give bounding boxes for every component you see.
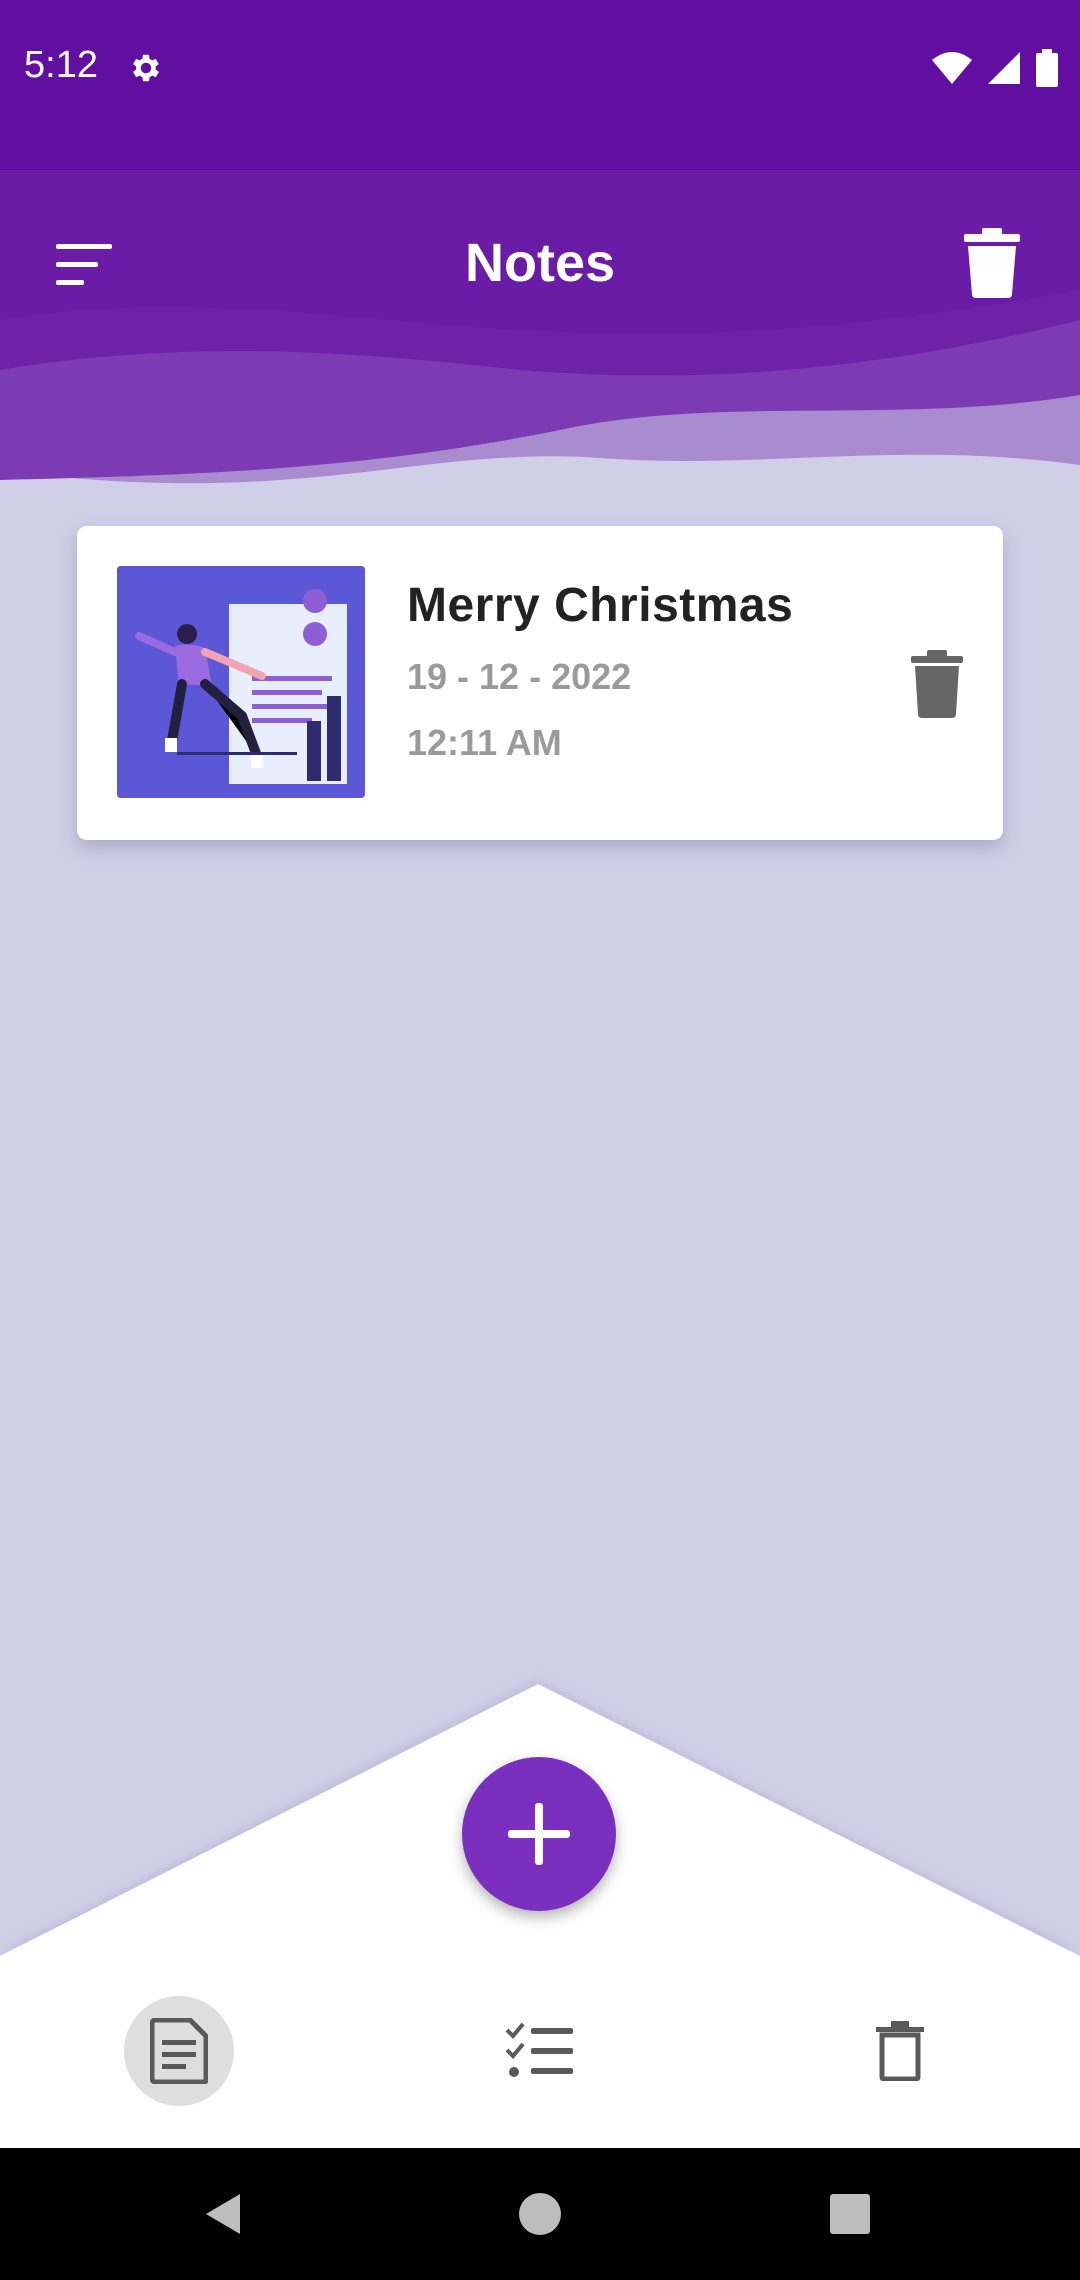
note-date: 19 - 12 - 2022 bbox=[407, 656, 632, 697]
page-title: Notes bbox=[464, 233, 616, 293]
status-time: 5:12 bbox=[24, 44, 98, 86]
status-icons bbox=[932, 48, 1058, 88]
nav-tasks[interactable] bbox=[485, 1996, 595, 2106]
header-wave bbox=[0, 170, 1080, 484]
plus-icon bbox=[508, 1803, 570, 1865]
checklist-icon bbox=[505, 2022, 573, 2077]
note-title: Merry Christmas bbox=[407, 579, 794, 632]
signal-icon bbox=[988, 52, 1020, 84]
trash-icon[interactable] bbox=[909, 650, 965, 718]
nav-notes[interactable] bbox=[124, 1996, 234, 2106]
status-bar: 5:12 bbox=[0, 0, 1080, 170]
bottom-navigation bbox=[0, 1956, 1080, 2148]
trash-icon[interactable] bbox=[962, 228, 1022, 298]
recents-icon[interactable] bbox=[826, 2190, 874, 2238]
battery-icon bbox=[1036, 49, 1058, 87]
note-thumbnail bbox=[117, 566, 365, 798]
wifi-icon bbox=[932, 52, 972, 84]
gear-icon bbox=[133, 54, 159, 82]
back-icon[interactable] bbox=[200, 2190, 248, 2238]
add-note-button[interactable] bbox=[462, 1757, 616, 1911]
document-icon bbox=[150, 2018, 208, 2084]
trash-icon bbox=[876, 2021, 924, 2081]
app-header: Notes bbox=[0, 170, 1080, 490]
note-card[interactable]: Merry Christmas 19 - 12 - 2022 12:11 AM bbox=[77, 526, 1003, 840]
home-icon[interactable] bbox=[516, 2190, 564, 2238]
illustration-person-document bbox=[117, 566, 365, 798]
system-navigation-bar bbox=[0, 2148, 1080, 2280]
nav-trash[interactable] bbox=[845, 1996, 955, 2106]
note-time: 12:11 AM bbox=[407, 722, 562, 763]
